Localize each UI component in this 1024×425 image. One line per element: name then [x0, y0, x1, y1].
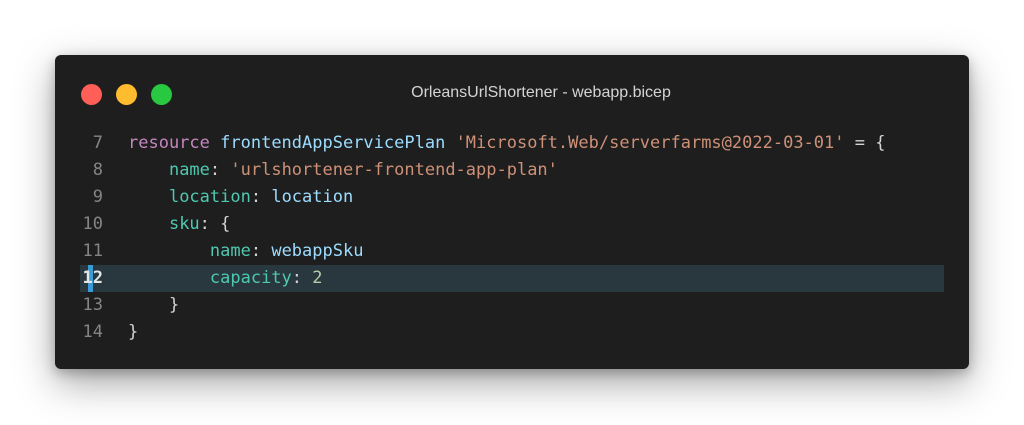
code-token: name: [168, 160, 210, 180]
line-number: 11: [82, 241, 103, 261]
line-number: 12: [82, 268, 103, 288]
code-token: sku: [168, 214, 200, 234]
code-token: = {: [844, 133, 886, 153]
code-line[interactable]: 9 location: location: [55, 184, 969, 211]
line-text: sku: {: [128, 211, 230, 238]
code-line[interactable]: 7 resource frontendAppServicePlan 'Micros…: [55, 130, 969, 157]
code-token: name: [209, 241, 251, 261]
code-token: }: [168, 295, 180, 315]
line-text: }: [128, 319, 138, 346]
line-number: 9: [92, 187, 103, 207]
code-token: 'urlshortener-frontend-app-plan': [230, 160, 558, 180]
code-token: : {: [199, 214, 231, 234]
code-token: 'Microsoft.Web/serverfarms@2022-03-01': [455, 133, 845, 153]
code-token: location: [168, 187, 251, 207]
code-token: resource: [128, 133, 210, 153]
line-text: name: 'urlshortener-frontend-app-plan': [128, 157, 558, 184]
code-token: frontendAppServicePlan: [220, 133, 446, 153]
line-text: resource frontendAppServicePlan 'Microso…: [128, 130, 885, 157]
code-line-current[interactable]: 12 capacity: 2: [80, 265, 944, 292]
editor-window: OrleansUrlShortener - webapp.bicep 7 reso…: [55, 55, 969, 369]
code-token: }: [128, 322, 139, 342]
code-token: location: [271, 187, 354, 207]
code-token: :: [250, 241, 272, 261]
line-number: 13: [82, 295, 103, 315]
line-number: 10: [82, 214, 103, 234]
line-text: capacity: 2: [128, 265, 323, 292]
code-line[interactable]: 10 sku: {: [55, 211, 969, 238]
code-token: :: [209, 160, 231, 180]
code-area[interactable]: 7 resource frontendAppServicePlan 'Micros…: [55, 130, 969, 346]
code-line[interactable]: 14}: [55, 319, 969, 346]
code-line[interactable]: 8 name: 'urlshortener-frontend-app-plan': [55, 157, 969, 184]
line-number: 8: [92, 160, 103, 180]
line-text: }: [128, 292, 179, 319]
title-bar: OrleansUrlShortener - webapp.bicep: [55, 55, 969, 135]
code-token: webappSku: [271, 241, 364, 261]
code-token: 2: [312, 268, 323, 288]
line-number: 7: [92, 133, 103, 153]
code-token: :: [250, 187, 272, 207]
code-token: :: [291, 268, 313, 288]
line-text: name: webappSku: [128, 238, 364, 265]
line-number: 14: [82, 322, 103, 342]
code-line[interactable]: 11 name: webappSku: [55, 238, 969, 265]
code-token: capacity: [209, 268, 292, 288]
line-text: location: location: [128, 184, 353, 211]
code-line[interactable]: 13 }: [55, 292, 969, 319]
window-title: OrleansUrlShortener - webapp.bicep: [411, 84, 671, 101]
